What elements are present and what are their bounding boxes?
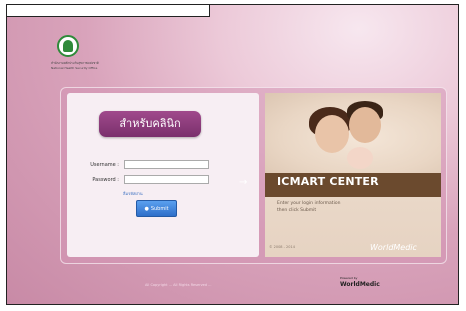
- forgot-password-link[interactable]: ลืมรหัสผ่าน: [123, 190, 143, 197]
- family-photo: [265, 93, 441, 173]
- username-label: Username :: [90, 162, 119, 168]
- password-label: Password :: [92, 177, 119, 183]
- logo-caption-english: National Health Security Office: [51, 66, 98, 70]
- promo-title: ICMART CENTER: [277, 175, 379, 188]
- password-input[interactable]: [124, 175, 209, 184]
- login-title: สำหรับคลินิก: [99, 111, 201, 137]
- promo-line-1: Enter your login information: [277, 201, 341, 206]
- promo-brand: WorldMedic: [370, 243, 417, 252]
- submit-icon: ●: [144, 205, 149, 212]
- submit-button[interactable]: ● Submit: [136, 200, 177, 217]
- page-frame: สำนักงานหลักประกันสุขภาพแห่งชาติ Nationa…: [6, 4, 459, 305]
- powered-by-label: Powered by: [340, 276, 358, 280]
- username-input[interactable]: [124, 160, 209, 169]
- promo-panel: ICMART CENTER Enter your login informati…: [265, 93, 441, 257]
- promo-line-2: then click Submit: [277, 208, 317, 213]
- agency-logo-icon: [57, 35, 79, 57]
- submit-label: Submit: [150, 205, 169, 212]
- top-bar: [7, 5, 210, 17]
- powered-by-brand: WorldMedic: [340, 281, 380, 288]
- promo-copyright: © 2008 - 2014: [269, 245, 295, 249]
- footer-copyright: All Copyright ... All Rights Reserved ..…: [145, 283, 212, 287]
- arrow-right-icon: →: [239, 177, 248, 188]
